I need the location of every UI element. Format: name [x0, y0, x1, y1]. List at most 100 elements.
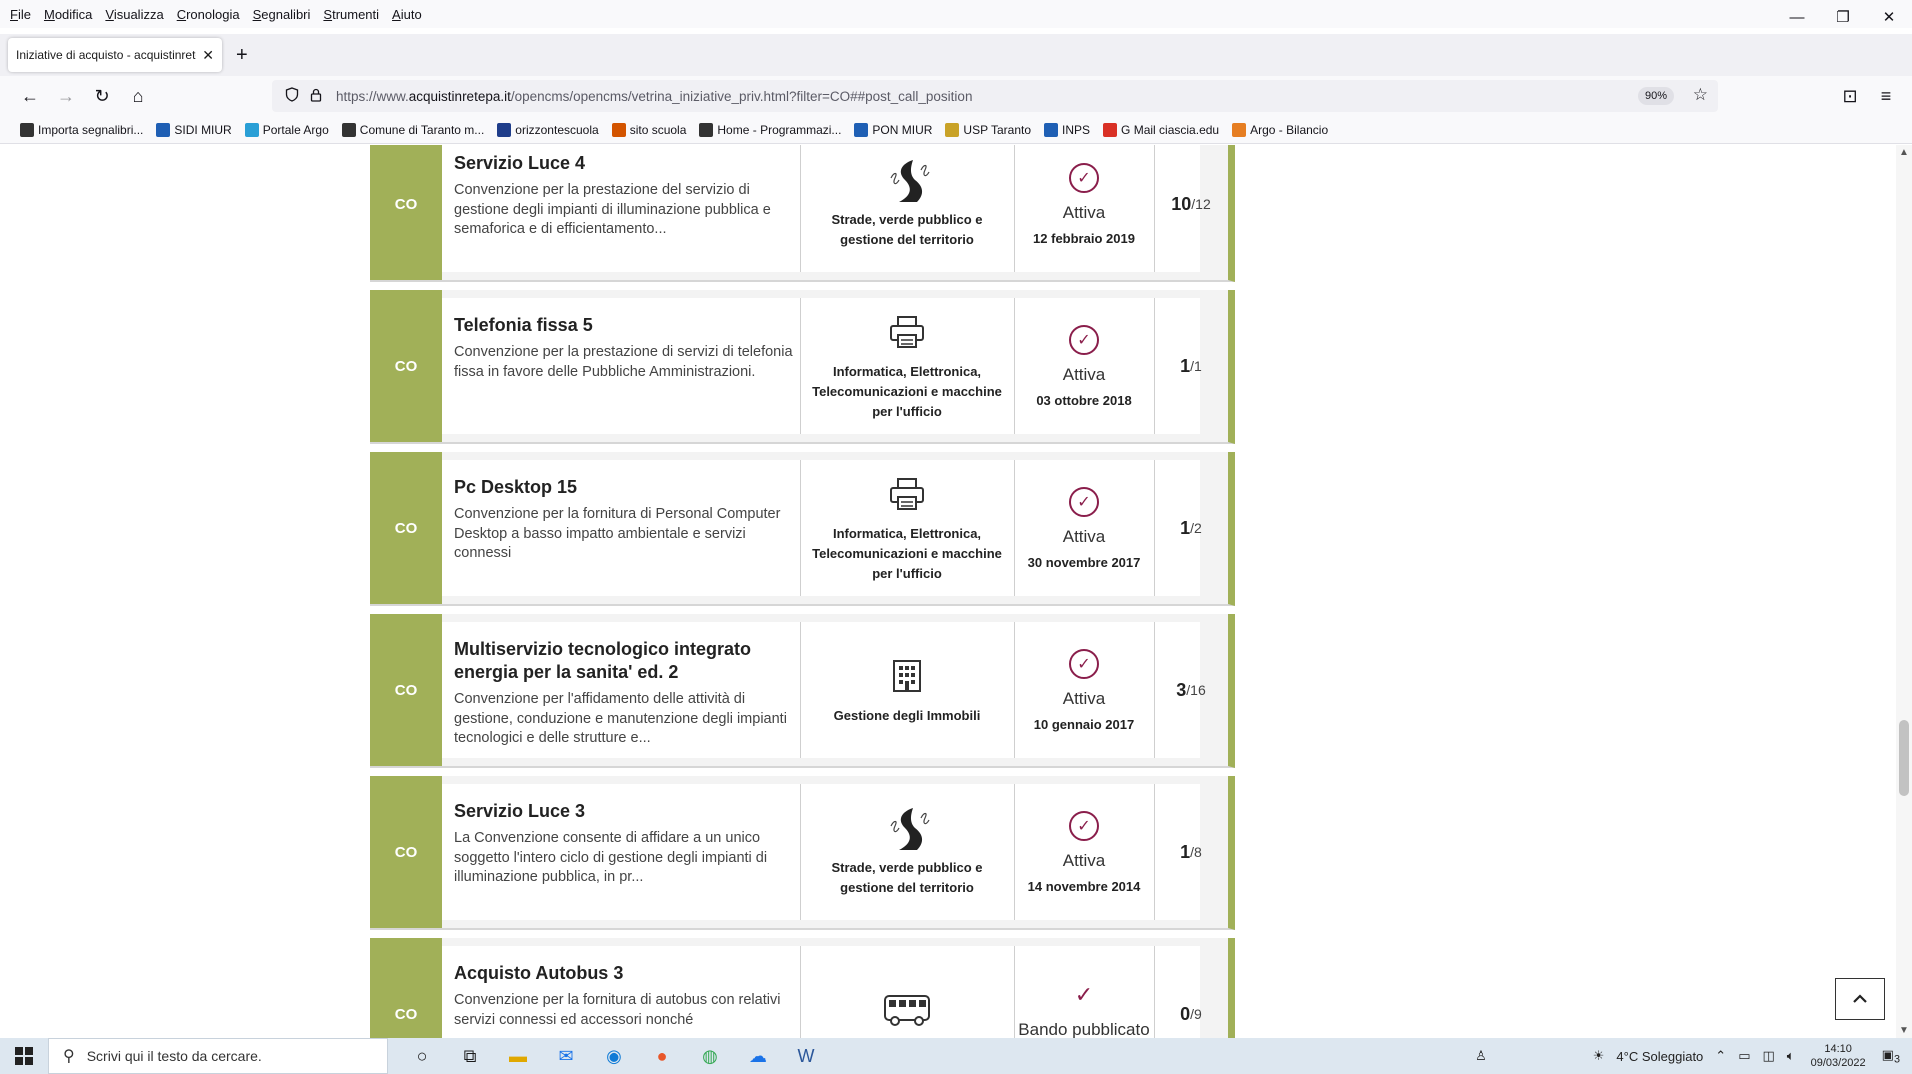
cortana-icon[interactable]: ○ — [398, 1038, 446, 1074]
zoom-level-badge[interactable]: 90% — [1637, 87, 1674, 105]
scroll-up-arrow-icon[interactable]: ▲ — [1896, 147, 1912, 158]
bookmark-star-icon[interactable]: ☆ — [1693, 85, 1708, 105]
initiative-card[interactable]: CO Servizio Luce 3 La Convenzione consente… — [370, 776, 1235, 930]
url-bar[interactable]: https://www.acquistinretepa.it/opencms/o… — [272, 80, 1718, 112]
initiative-title[interactable]: Acquisto Autobus 3 — [454, 962, 794, 985]
clock[interactable]: 14:10 09/03/2022 — [1811, 1042, 1866, 1070]
bookmark-item[interactable]: Importa segnalibri... — [20, 122, 143, 137]
initiative-title[interactable]: Servizio Luce 4 — [454, 152, 794, 175]
initiative-card[interactable]: CO Pc Desktop 15 Convenzione per la fornit… — [370, 452, 1235, 606]
home-button[interactable]: ⌂ — [120, 80, 156, 112]
cloud-icon[interactable]: ☁ — [734, 1038, 782, 1074]
bookmark-item[interactable]: Argo - Bilancio — [1232, 122, 1328, 137]
network-icon[interactable]: ◫ — [1763, 1048, 1775, 1064]
notification-count: 3 — [1893, 1053, 1900, 1066]
minimize-button[interactable]: — — [1774, 0, 1820, 34]
weather-text[interactable]: 4°C Soleggiato — [1616, 1049, 1703, 1064]
taskbar-search-box[interactable]: ⚲ Scrivi qui il testo da cercare. — [48, 1038, 388, 1074]
scroll-down-arrow-icon[interactable]: ▼ — [1896, 1025, 1912, 1036]
initiative-title[interactable]: Pc Desktop 15 — [454, 476, 794, 499]
initiative-description: Convenzione per la prestazione del servi… — [454, 182, 771, 237]
bookmark-item[interactable]: orizzontescuola — [497, 122, 599, 137]
gmail-icon — [1103, 122, 1118, 137]
status-column: ✓ Bando pubblicato — [1014, 946, 1154, 1038]
check-circle-icon: ✓ — [1069, 810, 1099, 841]
bookmark-item[interactable]: Comune di Taranto m... — [341, 122, 484, 137]
initiative-card[interactable]: CO Servizio Luce 4 Convenzione per la pres… — [370, 145, 1235, 282]
firefox-icon[interactable]: ● — [638, 1038, 686, 1074]
bookmark-item[interactable]: G Mail ciascia.edu — [1103, 122, 1219, 137]
initiative-title[interactable]: Telefonia fissa 5 — [454, 314, 794, 337]
bookmark-item[interactable]: sito scuola — [611, 122, 686, 137]
windows-start-button[interactable] — [0, 1038, 48, 1074]
tray-chevron-icon[interactable]: ⌃ — [1715, 1048, 1726, 1064]
bookmark-item[interactable]: SIDI MIUR — [156, 122, 232, 137]
lot-count-total: /2 — [1190, 520, 1202, 536]
lot-count-total: /8 — [1190, 844, 1202, 860]
globe-icon — [341, 122, 356, 137]
weather-icon[interactable]: ☀ — [1593, 1048, 1605, 1064]
lot-count: 3/16 — [1154, 622, 1228, 758]
building-icon — [891, 654, 923, 698]
menu-visualizza[interactable]: Visualizza — [105, 7, 163, 22]
scrollbar-thumb[interactable] — [1899, 720, 1909, 796]
menu-cronologia[interactable]: Cronologia — [177, 7, 240, 22]
status-label: Attiva — [1062, 850, 1106, 870]
category-column: Gestione degli Immobili — [800, 622, 1014, 758]
menu-file[interactable]: File — [10, 7, 31, 22]
bookmark-item[interactable]: PON MIUR — [854, 122, 933, 137]
battery-icon[interactable]: ▭ — [1738, 1048, 1750, 1064]
bookmark-item[interactable]: Portale Argo — [244, 122, 329, 137]
status-column: ✓ Attiva 14 novembre 2014 — [1014, 784, 1154, 920]
bookmark-label: Portale Argo — [262, 122, 329, 137]
tab-close-icon[interactable]: ✕ — [202, 47, 214, 64]
pocket-icon[interactable]: ⊡ — [1832, 80, 1868, 112]
menu-strumenti[interactable]: Strumenti — [323, 7, 379, 22]
notifications-icon[interactable]: ▣3 — [1882, 1047, 1900, 1066]
shield-icon[interactable] — [280, 87, 304, 105]
vertical-scrollbar[interactable]: ▲ ▼ — [1896, 145, 1912, 1038]
tab-active[interactable]: Iniziative di acquisto - acquistinrete ✕ — [8, 38, 222, 72]
status-label: Attiva — [1062, 688, 1106, 708]
menu-modifica[interactable]: Modifica — [44, 7, 92, 22]
volume-icon[interactable]: 🔈︎ — [1787, 1048, 1795, 1064]
close-window-button[interactable]: ✕ — [1866, 0, 1912, 34]
status-column: ✓ Attiva 03 ottobre 2018 — [1014, 298, 1154, 434]
edge-icon[interactable]: ◉ — [590, 1038, 638, 1074]
initiative-card[interactable]: CO Acquisto Autobus 3 Convenzione per la f… — [370, 938, 1235, 1038]
task-view-icon[interactable]: ⧉ — [446, 1038, 494, 1074]
bookmark-item[interactable]: USP Taranto — [945, 122, 1031, 137]
reload-button[interactable]: ↻ — [84, 80, 120, 112]
app-menu-icon[interactable]: ≡ — [1868, 80, 1904, 112]
initiative-type-badge: CO — [370, 145, 442, 280]
bookmark-label: PON MIUR — [872, 122, 933, 137]
navigation-bar: ← → ↻ ⌂ https://www.acquistinretepa.it/o… — [0, 76, 1912, 116]
search-icon: ⚲ — [63, 1048, 75, 1065]
new-tab-button[interactable]: + — [236, 44, 248, 67]
word-icon[interactable]: W — [782, 1038, 830, 1074]
initiative-card[interactable]: CO Multiservizio tecnologico integrato en… — [370, 614, 1235, 768]
menu-segnalibri[interactable]: Segnalibri — [253, 7, 311, 22]
bookmark-item[interactable]: INPS — [1044, 122, 1090, 137]
file-explorer-icon[interactable]: ▬ — [494, 1038, 542, 1074]
page-content: CO Servizio Luce 4 Convenzione per la pres… — [0, 145, 1896, 1038]
initiative-card[interactable]: CO Telefonia fissa 5 Convenzione per la pr… — [370, 290, 1235, 444]
url-text[interactable]: https://www.acquistinretepa.it/opencms/o… — [336, 89, 972, 104]
category-column: Informatica, Elettronica, Telecomunicazi… — [800, 460, 1014, 596]
bookmark-label: orizzontescuola — [515, 122, 599, 137]
back-button[interactable]: ← — [12, 80, 48, 112]
people-icon[interactable]: ♙ — [1475, 1048, 1487, 1064]
lot-count-active: 1 — [1180, 355, 1191, 376]
back-to-top-button[interactable] — [1835, 978, 1885, 1020]
initiative-title[interactable]: Multiservizio tecnologico integrato ener… — [454, 638, 794, 684]
menu-aiuto[interactable]: Aiuto — [392, 7, 422, 22]
bookmark-item[interactable]: Home - Programmazi... — [699, 122, 841, 137]
lot-count-active: 10 — [1171, 193, 1192, 214]
forward-button[interactable]: → — [48, 80, 84, 112]
restore-button[interactable]: ❐ — [1820, 0, 1866, 34]
lock-icon[interactable] — [304, 88, 328, 105]
chrome-icon[interactable]: ◍ — [686, 1038, 734, 1074]
mail-icon[interactable]: ✉ — [542, 1038, 590, 1074]
lot-count: 10/12 — [1154, 145, 1228, 272]
initiative-title[interactable]: Servizio Luce 3 — [454, 800, 794, 823]
